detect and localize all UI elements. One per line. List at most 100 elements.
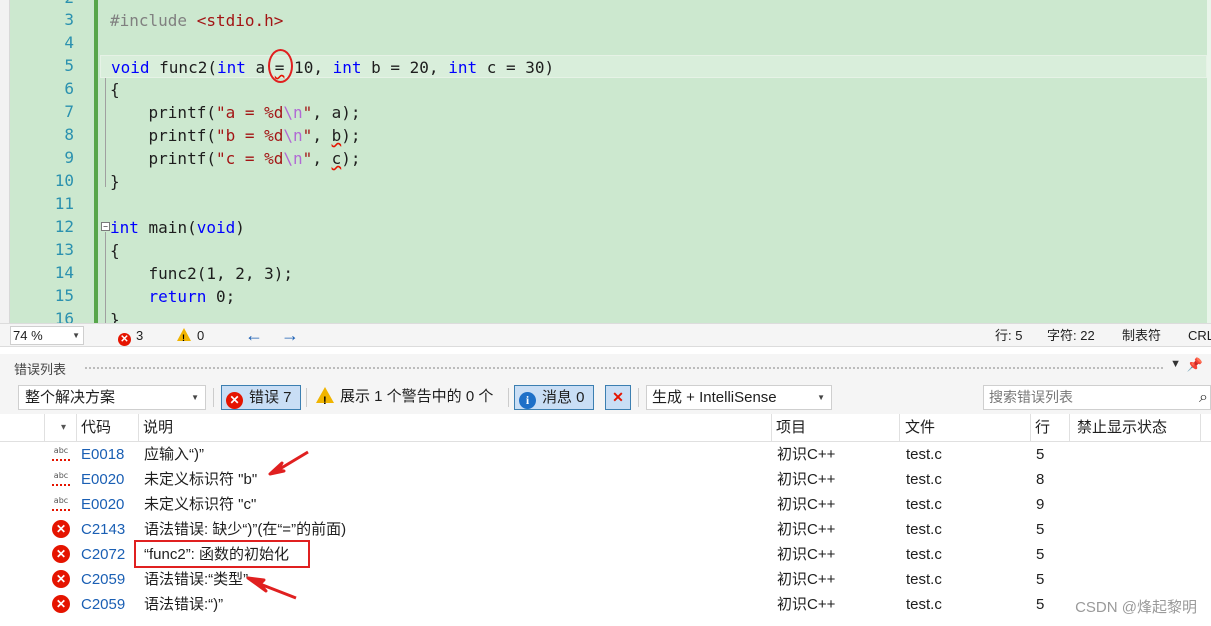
table-row[interactable]: ✕ C2059 语法错误:“类型” 初识C++ test.c 5 [0,567,1211,592]
code-editor[interactable]: 2 3 4 5 6 7 8 9 10 11 12 13 14 15 16 − −… [0,0,1211,323]
column-header-line[interactable]: 行 [1030,416,1050,440]
warning-count-indicator[interactable]: 0 [177,327,205,347]
pin-icon[interactable]: 📌 [1187,357,1203,373]
error-code-link[interactable]: E0020 [81,467,124,492]
column-header-project[interactable]: 项目 [771,416,806,440]
build-source-value: 生成 + IntelliSense [652,389,777,406]
error-code-link[interactable]: C2072 [81,542,125,567]
fold-guide-line [105,71,106,187]
code-line[interactable]: { [110,239,120,262]
error-code-link[interactable]: C2143 [81,517,125,542]
info-icon: i [519,392,536,409]
error-project: 初识C++ [777,446,836,463]
error-file: test.c [906,496,942,513]
annotation-arrow [246,576,297,600]
indent-mode[interactable]: 制表符 [1122,327,1161,344]
clear-filter-button[interactable]: ✕ [605,385,631,410]
error-count-indicator[interactable]: ✕ 3 [118,327,143,346]
table-row[interactable]: abc E0020 未定义标识符 "c" 初识C++ test.c 9 [0,492,1211,517]
scope-select[interactable]: 整个解决方案 ▼ [18,385,206,410]
error-description: 语法错误:“类型” [144,571,249,588]
line-number: 12 [54,217,74,236]
table-row[interactable]: abc E0020 未定义标识符 "b" 初识C++ test.c 8 [0,467,1211,492]
column-header-description[interactable]: 说明 [138,416,173,440]
toolbar-separator [638,388,639,407]
navigate-back-icon[interactable]: ← [245,324,263,346]
sort-indicator-icon[interactable]: ▾ [56,416,66,440]
error-file: test.c [906,446,942,463]
error-file: test.c [906,546,942,563]
error-project: 初识C++ [777,496,836,513]
spellcheck-icon: abc [51,471,71,487]
error-line: 5 [1036,596,1045,613]
code-line[interactable]: printf("a = %d\n", a); [110,101,361,124]
error-list-toolbar: 整个解决方案 ▼ ✕ 错误 7 展示 1 个警告中的 0 个 i 消息 0 ✕ 生成… [0,380,1211,414]
error-code-link[interactable]: C2059 [81,567,125,592]
error-description: 应输入“)” [144,446,204,463]
code-line[interactable]: void func2(int a = 10, int b = 20, int c… [100,55,1207,78]
line-number: 9 [64,148,74,167]
build-source-select[interactable]: 生成 + IntelliSense ▼ [646,385,832,410]
table-row[interactable]: ✕ C2059 语法错误:“)” 初识C++ test.c 5 [0,592,1211,617]
error-description: 语法错误:“)” [144,596,224,613]
error-description: 语法错误: 缺少“)”(在“=”的前面) [144,521,347,538]
editor-left-margin [0,0,10,323]
line-number: 3 [64,10,74,29]
line-ending[interactable]: CRL [1188,327,1211,344]
error-line: 8 [1036,471,1045,488]
code-text-area[interactable]: #include <stdio.h> void func2(int a = 10,… [100,0,1207,323]
error-list-table: ▾ 代码 说明 项目 文件 行 禁止显示状态 abc E0018 应输入“)” 初识C… [0,414,1211,626]
column-header-code[interactable]: 代码 [76,416,111,440]
search-icon: ⌕ [1199,389,1208,406]
line-number-gutter: 2 3 4 5 6 7 8 9 10 11 12 13 14 15 16 [10,0,94,323]
grip-dots [84,366,1163,371]
errors-filter-button[interactable]: ✕ 错误 7 [221,385,301,410]
code-line[interactable]: #include <stdio.h> [110,9,283,32]
code-line[interactable]: printf("b = %d\n", b); [110,124,361,147]
code-line[interactable]: printf("c = %d\n", c); [110,147,361,170]
search-error-list-input[interactable]: 搜索错误列表 ⌕ [983,385,1211,410]
line-number: 16 [54,309,74,323]
toolbar-separator [306,388,307,407]
column-header-file[interactable]: 文件 [900,416,935,440]
error-code-link[interactable]: E0018 [81,442,124,467]
error-code-link[interactable]: E0020 [81,492,124,517]
error-code-link[interactable]: C2059 [81,592,125,617]
code-line[interactable]: int main(void) [110,216,245,239]
warnings-filter-label: 展示 1 个警告中的 0 个 [340,388,494,405]
warning-count: 0 [197,328,205,343]
cursor-line: 行: 5 [995,328,1023,343]
column-separator [1069,414,1070,442]
scope-value: 整个解决方案 [25,389,116,406]
line-number: 15 [54,286,74,305]
code-line[interactable]: return 0; [110,285,236,308]
error-line: 5 [1036,521,1045,538]
annotation-highlight-box [134,540,310,568]
zoom-select[interactable]: 74 % ▼ [10,326,84,345]
window-position-dropdown-icon[interactable]: ▼ [1170,358,1181,370]
table-row[interactable]: ✕ C2143 语法错误: 缺少“)”(在“=”的前面) 初识C++ test.c 5 [0,517,1211,542]
fold-toggle-icon[interactable]: − [101,222,110,231]
code-line[interactable]: } [110,308,120,323]
table-row[interactable]: abc E0018 应输入“)” 初识C++ test.c 5 [0,442,1211,467]
chevron-down-icon: ▼ [72,331,80,340]
cursor-char: 字符: 22 [1047,328,1095,343]
code-line[interactable]: } [110,170,120,193]
column-header-suppression[interactable]: 禁止显示状态 [1072,416,1167,440]
line-number: 7 [64,102,74,121]
editor-scrollbar[interactable] [1207,0,1211,323]
navigate-forward-icon[interactable]: → [281,324,299,346]
error-line: 5 [1036,446,1045,463]
line-number: 11 [54,194,74,213]
warning-icon [177,328,191,347]
error-project: 初识C++ [777,571,836,588]
line-number: 10 [54,171,74,190]
annotation-arrow [268,450,309,476]
warnings-filter-button[interactable]: 展示 1 个警告中的 0 个 [310,385,504,413]
search-placeholder: 搜索错误列表 [989,389,1073,405]
code-line[interactable]: func2(1, 2, 3); [110,262,294,285]
errors-filter-label: 错误 7 [249,389,292,406]
line-number: 4 [64,33,74,52]
messages-filter-button[interactable]: i 消息 0 [514,385,594,410]
code-line[interactable]: { [110,78,120,101]
